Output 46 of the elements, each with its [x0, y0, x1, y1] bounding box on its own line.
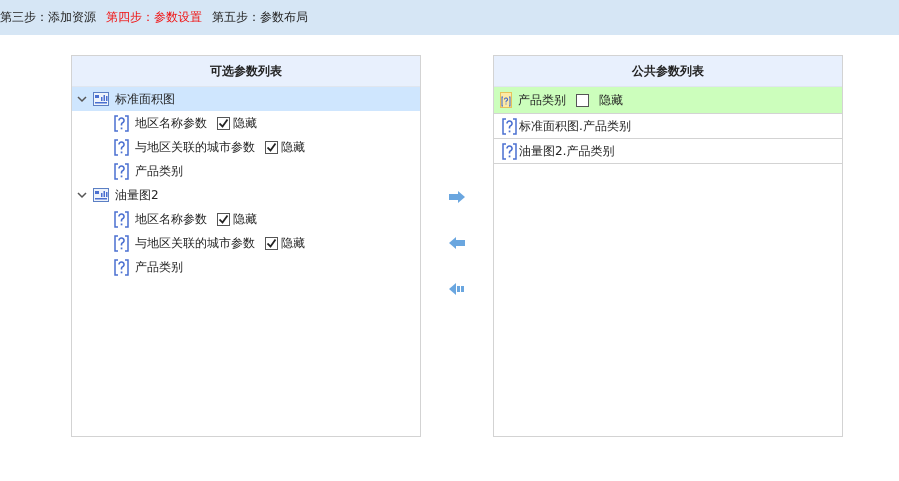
panel-title: 公共参数列表	[494, 56, 842, 87]
help-icon	[114, 138, 129, 156]
checkbox[interactable]	[576, 94, 589, 106]
param-label[interactable]: 产品类别	[135, 258, 183, 276]
param-label[interactable]: 与地区关联的城市参数	[135, 138, 255, 156]
hide-label: 隐藏	[599, 92, 623, 108]
hide-label: 隐藏	[281, 234, 305, 252]
param-label: 产品类别	[518, 92, 566, 108]
param-label[interactable]: 产品类别	[135, 162, 183, 180]
param-label[interactable]: 地区名称参数	[135, 210, 207, 228]
hide-label: 隐藏	[281, 138, 305, 156]
parameter-icon	[500, 92, 512, 108]
chart-icon	[93, 188, 109, 202]
list-row[interactable]: 标准面积图.产品类别	[494, 113, 842, 139]
public-param-row[interactable]: 产品类别 隐藏	[494, 87, 842, 113]
arrow-left-all-icon[interactable]	[449, 283, 465, 295]
param-label: 油量图2.产品类别	[519, 142, 614, 160]
help-icon	[114, 114, 129, 132]
panel-title: 可选参数列表	[72, 56, 420, 87]
help-icon	[114, 162, 129, 180]
checkbox[interactable]	[265, 140, 278, 154]
step-label[interactable]: 第三步：添加资源	[0, 9, 96, 26]
arrow-left-icon[interactable]	[449, 237, 465, 249]
chevron-down-icon	[77, 95, 87, 103]
arrow-right-icon[interactable]	[449, 191, 465, 203]
help-icon	[502, 118, 517, 134]
checkbox[interactable]	[265, 236, 278, 250]
hide-label: 隐藏	[233, 210, 257, 228]
checkbox[interactable]	[217, 116, 230, 130]
checkbox[interactable]	[217, 212, 230, 226]
tree-node[interactable]: 标准面积图	[72, 87, 420, 111]
param-label[interactable]: 与地区关联的城市参数	[135, 234, 255, 252]
help-icon	[114, 210, 129, 228]
chart-icon	[93, 92, 109, 106]
help-icon	[114, 234, 129, 252]
help-icon	[502, 142, 517, 160]
help-icon	[114, 258, 129, 276]
list-row[interactable]: 油量图2.产品类别	[494, 139, 842, 164]
param-label: 标准面积图.产品类别	[519, 118, 631, 134]
chevron-down-icon	[77, 191, 87, 199]
node-label: 标准面积图	[115, 90, 175, 108]
param-label[interactable]: 地区名称参数	[135, 114, 207, 132]
tree-node[interactable]: 油量图2	[72, 183, 420, 207]
step-label[interactable]: 第五步：参数布局	[212, 9, 308, 26]
hide-label: 隐藏	[233, 114, 257, 132]
node-label: 油量图2	[115, 186, 159, 204]
